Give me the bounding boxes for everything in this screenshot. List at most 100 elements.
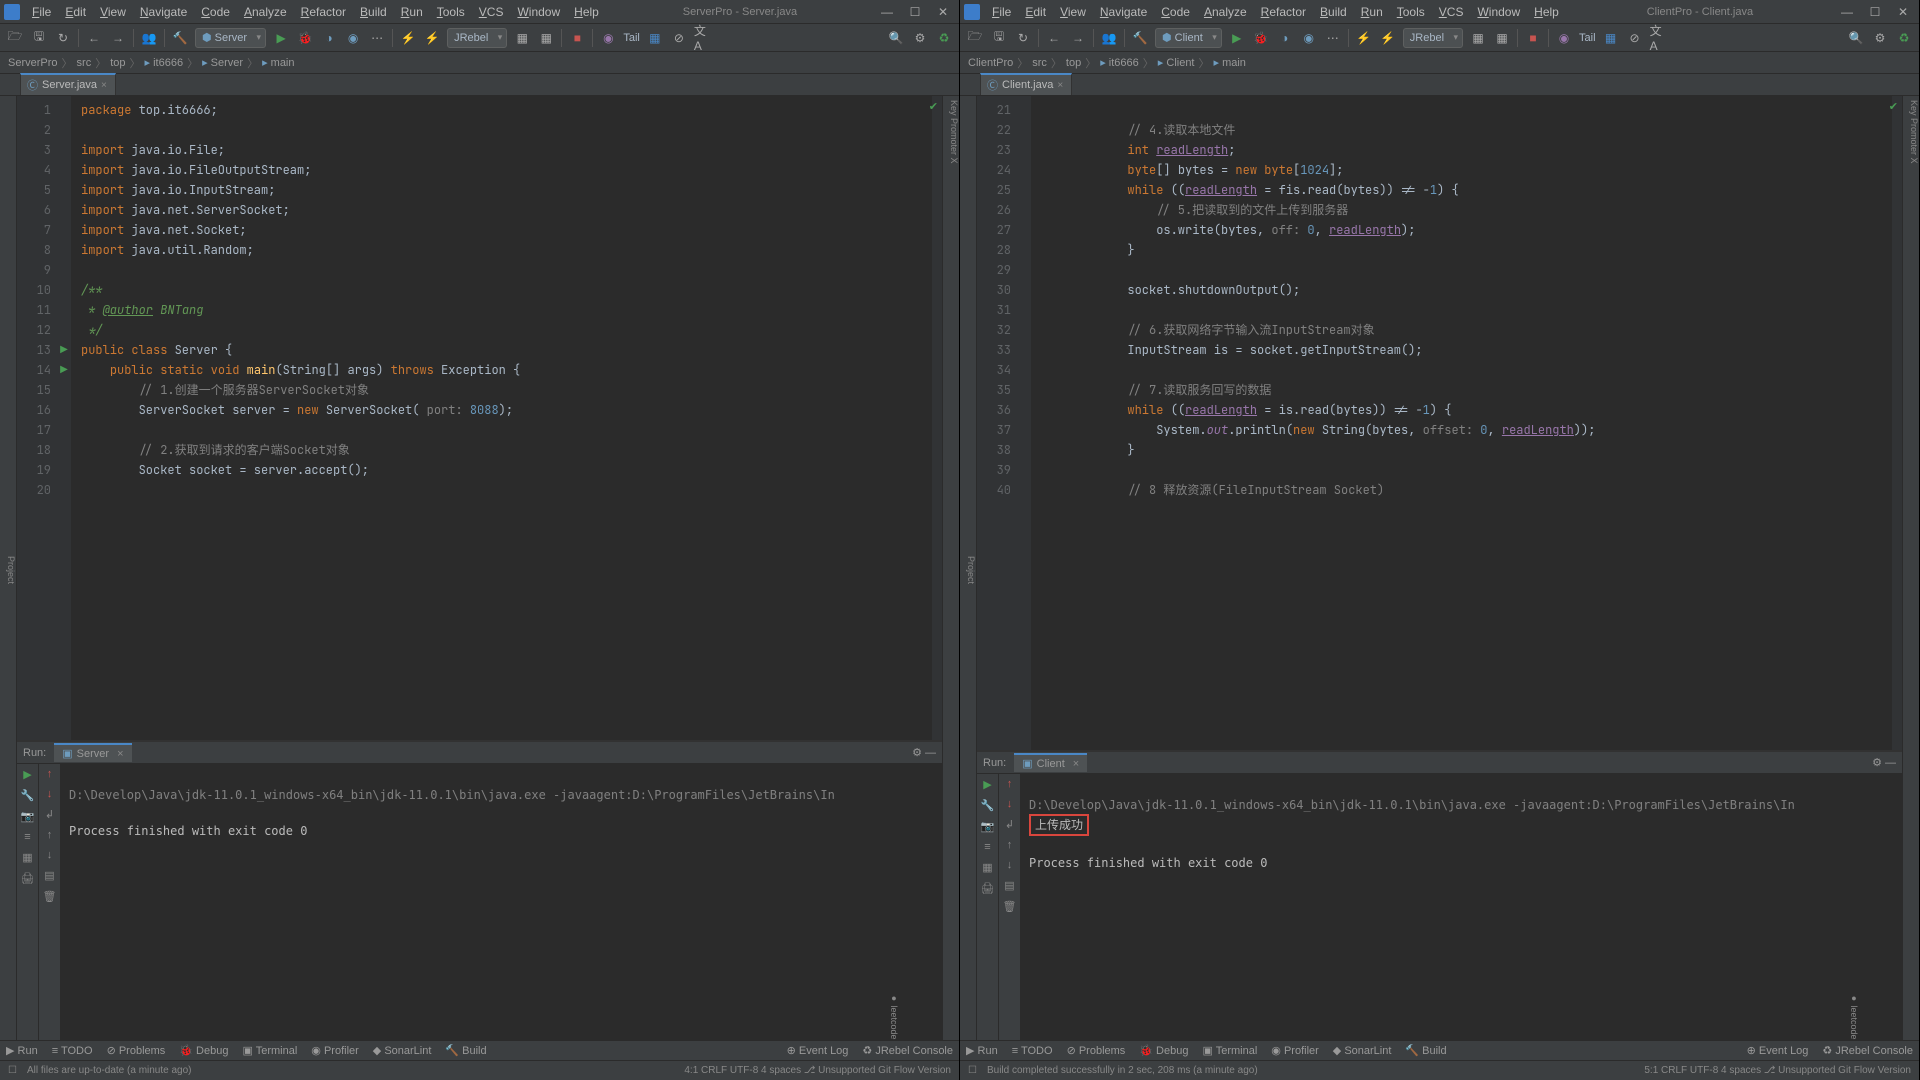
sync-icon[interactable]: ↻ (1014, 29, 1032, 47)
jrebel-badge-icon[interactable]: ♻ (1895, 29, 1913, 47)
open-icon[interactable]: 🗁 (966, 29, 984, 47)
more-run-icon[interactable]: ⋯ (368, 29, 386, 47)
debug-icon[interactable]: 🐞 (1252, 29, 1270, 47)
scroll-up-icon[interactable]: ↑ (47, 829, 53, 841)
run-gutter-icon[interactable]: ▶ (60, 344, 68, 355)
menu-window[interactable]: Window (1471, 3, 1526, 21)
run-icon[interactable]: ▶ (1228, 29, 1246, 47)
scroll-down-icon[interactable]: ↓ (1007, 859, 1013, 871)
print-icon[interactable]: 🖨 (21, 872, 35, 885)
save-icon[interactable]: 🖫 (30, 29, 48, 47)
breadcrumb-item[interactable]: src (77, 57, 92, 69)
profile-icon[interactable]: ◉ (1300, 29, 1318, 47)
clear-icon[interactable]: 🗑 (1003, 900, 1017, 913)
bottom-tab[interactable]: ◆ SonarLint (373, 1044, 432, 1057)
code-content[interactable]: package top.it6666; import java.io.File;… (71, 96, 932, 740)
jrebel-debug-icon[interactable]: ⚡ (423, 29, 441, 47)
leetcode-tool[interactable]: ● leetcode (889, 993, 899, 1040)
down-red-icon[interactable]: ↓ (1007, 798, 1013, 810)
up-red-icon[interactable]: ↑ (47, 768, 53, 780)
maximize-icon[interactable]: ☐ (903, 4, 927, 20)
breadcrumb-item[interactable]: ▸ it6666 (145, 56, 184, 69)
vcs-status-icon[interactable]: ☐ (968, 1065, 977, 1076)
bottom-tab[interactable]: ⊘ Problems (107, 1044, 166, 1057)
menu-edit[interactable]: Edit (59, 3, 92, 21)
bottom-tab[interactable]: 🔨 Build (445, 1044, 486, 1057)
breadcrumb-item[interactable]: ServerPro (8, 57, 58, 69)
menu-edit[interactable]: Edit (1019, 3, 1052, 21)
breadcrumb-item[interactable]: ▸ main (1214, 56, 1246, 69)
bottom-tab[interactable]: ◉ Profiler (1271, 1044, 1319, 1057)
tail-icon1[interactable]: ▦ (1602, 29, 1620, 47)
forward-icon[interactable]: → (109, 29, 127, 47)
breadcrumb-item[interactable]: ▸ Client (1158, 56, 1195, 69)
jrebel-icon1[interactable]: ▦ (1469, 29, 1487, 47)
stop-icon[interactable]: ■ (568, 29, 586, 47)
run-console[interactable]: D:\Develop\Java\jdk-11.0.1_windows-x64_b… (61, 764, 942, 1040)
wrap-icon[interactable]: ↲ (45, 808, 54, 821)
stop-icon[interactable]: ■ (1524, 29, 1542, 47)
menu-build[interactable]: Build (1314, 3, 1353, 21)
project-tool[interactable]: Project (966, 556, 976, 584)
translate-icon[interactable]: 文A (1650, 29, 1668, 47)
menu-run[interactable]: Run (1355, 3, 1389, 21)
clear-icon[interactable]: 🗑 (43, 890, 57, 903)
soft-wrap-icon[interactable]: ▤ (44, 869, 54, 882)
align-icon[interactable]: ≡ (984, 841, 990, 853)
menu-file[interactable]: File (26, 3, 57, 21)
leetcode-tool[interactable]: ● leetcode (1849, 993, 1859, 1040)
menu-navigate[interactable]: Navigate (1094, 3, 1153, 21)
code-editor[interactable]: 1234567891011121314151617181920 ▶▶ packa… (17, 96, 942, 740)
code-editor[interactable]: 2122232425262728293031323334353637383940… (977, 96, 1902, 750)
bottom-tab[interactable]: ⊕ Event Log (787, 1044, 849, 1057)
menu-analyze[interactable]: Analyze (238, 3, 293, 21)
save-icon[interactable]: 🖫 (990, 29, 1008, 47)
camera-icon[interactable]: 📷 (981, 820, 995, 833)
bottom-tab[interactable]: ▣ Terminal (242, 1044, 297, 1057)
menu-view[interactable]: View (1054, 3, 1092, 21)
bottom-tab[interactable]: ▶ Run (966, 1044, 998, 1057)
bottom-tab[interactable]: ◆ SonarLint (1333, 1044, 1392, 1057)
soft-wrap-icon[interactable]: ▤ (1004, 879, 1014, 892)
rerun-icon[interactable]: ▶ (983, 778, 991, 791)
breadcrumb-item[interactable]: ▸ it6666 (1100, 56, 1139, 69)
breadcrumb-item[interactable]: top (110, 57, 125, 69)
jrebel-icon1[interactable]: ▦ (513, 29, 531, 47)
menu-window[interactable]: Window (511, 3, 566, 21)
tail-icon1[interactable]: ▦ (646, 29, 664, 47)
tail-app-icon[interactable]: ◉ (1555, 29, 1573, 47)
vcs-status-icon[interactable]: ☐ (8, 1065, 17, 1076)
scroll-up-icon[interactable]: ↑ (1007, 839, 1013, 851)
bottom-tab[interactable]: ▶ Run (6, 1044, 38, 1057)
editor-tab-client[interactable]: Ⓒ Client.java × (980, 73, 1072, 95)
camera-icon[interactable]: 📷 (21, 810, 35, 823)
coverage-icon[interactable]: ◑ (320, 29, 338, 47)
menu-refactor[interactable]: Refactor (295, 3, 352, 21)
close-icon[interactable]: ✕ (1891, 4, 1915, 20)
debug-icon[interactable]: 🐞 (296, 29, 314, 47)
menu-tools[interactable]: Tools (1391, 3, 1431, 21)
profile-icon[interactable]: ◉ (344, 29, 362, 47)
down-red-icon[interactable]: ↓ (47, 788, 53, 800)
print-icon[interactable]: 🖨 (981, 882, 995, 895)
jrebel-icon2[interactable]: ▦ (537, 29, 555, 47)
run-config-dropdown[interactable]: ⬢ Server (195, 28, 266, 48)
bottom-tab[interactable]: 🐞 Debug (179, 1044, 228, 1057)
menu-vcs[interactable]: VCS (473, 3, 510, 21)
menu-vcs[interactable]: VCS (1433, 3, 1470, 21)
settings-icon[interactable]: ⚙ (911, 29, 929, 47)
tail-icon2[interactable]: ⊘ (670, 29, 688, 47)
breadcrumb-item[interactable]: ClientPro (968, 57, 1013, 69)
jrebel-run-icon[interactable]: ⚡ (399, 29, 417, 47)
bottom-tab[interactable]: ⊕ Event Log (1747, 1044, 1809, 1057)
breadcrumb-item[interactable]: ▸ main (262, 56, 294, 69)
menu-build[interactable]: Build (354, 3, 393, 21)
run-tab-close-icon[interactable]: × (117, 748, 123, 760)
settings-icon[interactable]: ⚙ (1871, 29, 1889, 47)
jrebel-run-icon[interactable]: ⚡ (1355, 29, 1373, 47)
menu-navigate[interactable]: Navigate (134, 3, 193, 21)
hammer-icon[interactable]: 🔨 (171, 29, 189, 47)
jrebel-debug-icon[interactable]: ⚡ (1379, 29, 1397, 47)
menu-view[interactable]: View (94, 3, 132, 21)
layout-icon[interactable]: ▦ (22, 851, 32, 864)
